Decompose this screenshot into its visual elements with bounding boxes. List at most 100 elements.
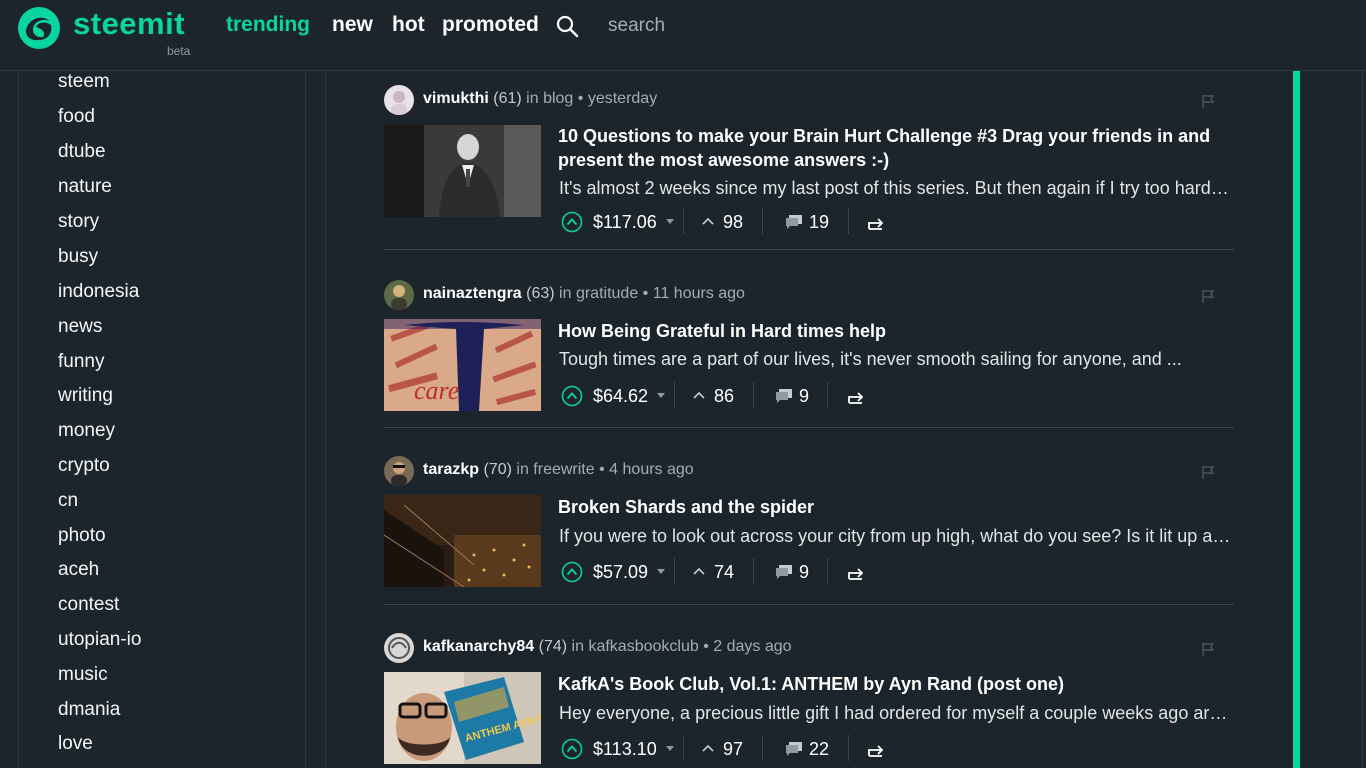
sidebar-tag[interactable]: cn: [58, 490, 78, 512]
sidebar-tag[interactable]: money: [58, 420, 115, 442]
nav-hot[interactable]: hot: [392, 13, 425, 37]
sidebar-tag[interactable]: steem: [58, 71, 110, 93]
author-avatar[interactable]: [384, 280, 414, 310]
sidebar-tag[interactable]: dtube: [58, 141, 106, 163]
upvote-icon[interactable]: [561, 385, 583, 407]
post-thumbnail[interactable]: care: [384, 319, 541, 411]
nav-new[interactable]: new: [332, 13, 373, 37]
sidebar-tag[interactable]: photo: [58, 525, 106, 547]
upvote-icon[interactable]: [561, 561, 583, 583]
sidebar-tag[interactable]: writing: [58, 385, 113, 407]
author-name[interactable]: tarazkp: [423, 461, 479, 478]
comments-count[interactable]: 9: [799, 386, 809, 407]
upvote-icon[interactable]: [561, 738, 583, 760]
nav-trending[interactable]: trending: [226, 13, 310, 37]
logo-text[interactable]: steemit: [73, 6, 185, 42]
post-thumbnail[interactable]: [384, 495, 541, 587]
author-avatar[interactable]: [384, 633, 414, 663]
share-icon[interactable]: [847, 565, 865, 581]
share-icon[interactable]: [867, 742, 885, 758]
payout-caret-icon[interactable]: [657, 393, 665, 398]
sidebar-tag[interactable]: aceh: [58, 559, 99, 581]
top-header: steemit beta trending new hot promoted: [0, 0, 1366, 71]
flag-icon[interactable]: [1200, 464, 1216, 480]
votes-count[interactable]: 74: [714, 562, 734, 583]
post-title[interactable]: 10 Questions to make your Brain Hurt Cha…: [558, 124, 1228, 172]
post-thumbnail[interactable]: [384, 125, 541, 217]
post-excerpt[interactable]: It's almost 2 weeks since my last post o…: [559, 178, 1231, 199]
comments-icon[interactable]: [785, 741, 803, 757]
payout-caret-icon[interactable]: [666, 746, 674, 751]
sidebar-tag[interactable]: story: [58, 211, 99, 233]
post-category[interactable]: gratitude: [576, 285, 638, 302]
post-excerpt[interactable]: Hey everyone, a precious little gift I h…: [559, 703, 1231, 724]
payout-caret-icon[interactable]: [657, 569, 665, 574]
comments-count[interactable]: 22: [809, 739, 829, 760]
flag-icon[interactable]: [1200, 288, 1216, 304]
sidebar-tag[interactable]: indonesia: [58, 281, 139, 303]
sidebar-tag[interactable]: nature: [58, 176, 112, 198]
comments-count[interactable]: 9: [799, 562, 809, 583]
votes-chevron-up-icon[interactable]: [692, 564, 706, 578]
nav-promoted[interactable]: promoted: [442, 13, 539, 37]
sidebar-tag[interactable]: dmania: [58, 699, 120, 721]
comments-count[interactable]: 19: [809, 212, 829, 233]
action-divider: [674, 382, 675, 408]
post-title[interactable]: KafkA's Book Club, Vol.1: ANTHEM by Ayn …: [558, 672, 1228, 696]
post-excerpt[interactable]: Tough times are a part of our lives, it'…: [559, 349, 1231, 370]
dot-separator: •: [577, 90, 584, 107]
author-name[interactable]: kafkanarchy84: [423, 638, 534, 655]
sidebar-tag[interactable]: crypto: [58, 455, 110, 477]
upvote-icon[interactable]: [561, 211, 583, 233]
steemit-logo-icon[interactable]: [16, 5, 62, 51]
in-label: in: [516, 461, 529, 478]
sidebar-tag[interactable]: contest: [58, 594, 119, 616]
post-time[interactable]: 11 hours ago: [653, 285, 745, 302]
post-meta: vimukthi (61) in blog • yesterday: [423, 90, 657, 108]
comments-icon[interactable]: [775, 388, 793, 404]
share-icon[interactable]: [867, 215, 885, 231]
author-name[interactable]: nainaztengra: [423, 285, 522, 302]
post-time[interactable]: 4 hours ago: [609, 461, 694, 478]
votes-count[interactable]: 86: [714, 386, 734, 407]
post-time[interactable]: 2 days ago: [713, 638, 791, 655]
post-time[interactable]: yesterday: [588, 90, 657, 107]
author-avatar[interactable]: [384, 85, 414, 115]
flag-icon[interactable]: [1200, 641, 1216, 657]
payout-caret-icon[interactable]: [666, 219, 674, 224]
post-title[interactable]: Broken Shards and the spider: [558, 495, 1228, 519]
comments-icon[interactable]: [785, 214, 803, 230]
in-label: in: [571, 638, 584, 655]
author-name[interactable]: vimukthi: [423, 90, 489, 107]
action-divider: [827, 558, 828, 584]
payout-value[interactable]: $113.10: [593, 739, 657, 760]
post-category[interactable]: blog: [543, 90, 573, 107]
post-excerpt[interactable]: If you were to look out across your city…: [559, 526, 1231, 547]
sidebar-tag[interactable]: funny: [58, 351, 104, 373]
sidebar-tag[interactable]: news: [58, 316, 102, 338]
sidebar-tag[interactable]: music: [58, 664, 108, 686]
payout-value[interactable]: $64.62: [593, 386, 648, 407]
payout-value[interactable]: $117.06: [593, 212, 657, 233]
sidebar-tag[interactable]: food: [58, 106, 95, 128]
flag-icon[interactable]: [1200, 93, 1216, 109]
author-avatar[interactable]: [384, 456, 414, 486]
search-input[interactable]: [600, 10, 800, 42]
votes-count[interactable]: 97: [723, 739, 743, 760]
post-title[interactable]: How Being Grateful in Hard times help: [558, 319, 1228, 343]
votes-chevron-up-icon[interactable]: [701, 214, 715, 228]
search-icon[interactable]: [555, 14, 579, 38]
votes-chevron-up-icon[interactable]: [701, 741, 715, 755]
post-category[interactable]: freewrite: [533, 461, 594, 478]
sidebar-tag[interactable]: utopian-io: [58, 629, 141, 651]
sidebar-tag[interactable]: love: [58, 733, 93, 755]
comments-icon[interactable]: [775, 564, 793, 580]
votes-count[interactable]: 98: [723, 212, 743, 233]
post-thumbnail[interactable]: ANTHEM AYN RAND: [384, 672, 541, 764]
payout-value[interactable]: $57.09: [593, 562, 648, 583]
votes-chevron-up-icon[interactable]: [692, 388, 706, 402]
share-icon[interactable]: [847, 389, 865, 405]
post-meta: nainaztengra (63) in gratitude • 11 hour…: [423, 285, 745, 303]
sidebar-tag[interactable]: busy: [58, 246, 98, 268]
post-category[interactable]: kafkasbookclub: [588, 638, 698, 655]
